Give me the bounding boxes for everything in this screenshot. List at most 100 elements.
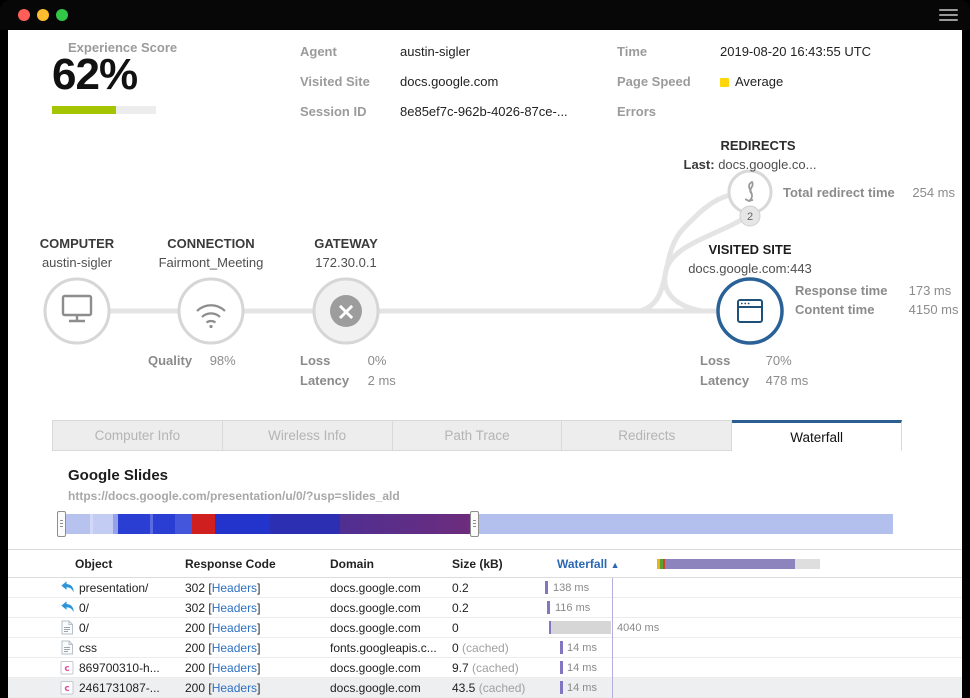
waterfall-time-label: 14 ms (567, 662, 597, 674)
tab-wireless-info[interactable]: Wireless Info (223, 420, 393, 451)
waterfall-start-tick (560, 681, 563, 694)
column-header-waterfall[interactable]: Waterfall ▲ (557, 557, 620, 571)
headers-link[interactable]: Headers (212, 581, 257, 595)
waterfall-start-tick (560, 661, 563, 674)
table-row[interactable]: 0/200 [Headers]docs.google.com04040 ms (8, 618, 962, 638)
size-cell: 0.2 (452, 601, 469, 615)
timeline-segment (478, 514, 893, 534)
stat-value: 4150 ms (909, 302, 959, 317)
tab-computer-info[interactable]: Computer Info (52, 420, 223, 451)
waterfall-timeline[interactable] (57, 511, 893, 537)
response-code-cell: 302 [Headers] (185, 581, 260, 595)
cached-note: (cached) (469, 661, 519, 675)
response-code-cell: 200 [Headers] (185, 681, 260, 695)
zoom-window-button[interactable] (56, 9, 68, 21)
table-row[interactable]: c869700310-h...200 [Headers]docs.google.… (8, 658, 962, 678)
response-code-cell: 200 [Headers] (185, 661, 260, 675)
visited-site-node[interactable] (718, 279, 782, 343)
connection-name: Fairmont_Meeting (131, 255, 291, 270)
column-header-object[interactable]: Object (75, 557, 112, 571)
column-header-size[interactable]: Size (kB) (452, 557, 503, 571)
timeline-segment (270, 514, 340, 534)
object-cell: 2461731087-... (79, 681, 160, 695)
waterfall-window-guide-line (612, 578, 613, 698)
connection-node[interactable] (179, 279, 243, 343)
waterfall-time-label: 14 ms (567, 682, 597, 694)
computer-name: austin-sigler (17, 255, 137, 270)
redirects-node[interactable]: 2 (729, 171, 771, 226)
timeline-segment (118, 514, 150, 534)
stat-label: Total redirect time (783, 185, 895, 200)
stat-label: Loss (300, 353, 364, 368)
table-row[interactable]: css200 [Headers]fonts.googleapis.c...0 (… (8, 638, 962, 658)
waterfall-summary-bar (657, 559, 820, 569)
timeline-segment (153, 514, 175, 534)
waterfall-table-body: presentation/302 [Headers] docs.google.co… (8, 578, 962, 698)
connection-quality-stat: Quality 98% (148, 353, 236, 368)
waterfall-time-label: 138 ms (553, 582, 589, 594)
tab-path-trace[interactable]: Path Trace (393, 420, 563, 451)
stat-value: 173 ms (909, 283, 952, 298)
table-header: Object Response Code Domain Size (kB) Wa… (8, 549, 962, 578)
redirects-title: REDIRECTS (688, 138, 828, 153)
timeline-segment (192, 514, 215, 534)
tab-redirects[interactable]: Redirects (562, 420, 732, 451)
redirects-last-value: docs.google.co... (718, 157, 816, 172)
stat-value: 0% (368, 353, 387, 368)
stat-label: Content time (795, 302, 905, 317)
redirect-count: 2 (747, 211, 753, 223)
page-url: https://docs.google.com/presentation/u/0… (68, 489, 400, 503)
response-code-cell: 200 [Headers] (185, 641, 260, 655)
minimize-window-button[interactable] (37, 9, 49, 21)
column-header-domain[interactable]: Domain (330, 557, 374, 571)
object-cell: 869700310-h... (79, 661, 160, 675)
redirect-icon (60, 600, 75, 617)
svg-text:c: c (64, 664, 69, 674)
page-title: Google Slides (68, 467, 168, 484)
stat-label: Quality (148, 353, 192, 368)
close-window-button[interactable] (18, 9, 30, 21)
domain-cell: docs.google.com (330, 601, 421, 615)
domain-cell: docs.google.com (330, 581, 421, 595)
connection-title: CONNECTION (151, 236, 271, 251)
waterfall-time-label: 14 ms (567, 642, 597, 654)
gateway-latency-stat: Latency 2 ms (300, 373, 396, 388)
sort-ascending-icon: ▲ (611, 560, 620, 570)
connector-lines (77, 195, 750, 311)
timeline-right-handle[interactable] (470, 511, 479, 537)
domain-cell: fonts.googleapis.c... (330, 641, 437, 655)
timeline-left-handle[interactable] (57, 511, 66, 537)
redirect-icon (60, 580, 75, 597)
gateway-loss-stat: Loss 0% (300, 353, 386, 368)
gateway-node[interactable]: × (314, 279, 378, 343)
document-icon (60, 620, 74, 638)
timeline-segment (175, 514, 192, 534)
headers-link[interactable]: Headers (212, 641, 257, 655)
gateway-ip: 172.30.0.1 (286, 255, 406, 270)
column-header-response-code[interactable]: Response Code (185, 557, 276, 571)
headers-link[interactable]: Headers (212, 661, 257, 675)
computer-node[interactable] (45, 279, 109, 343)
size-cell: 43.5 (cached) (452, 681, 525, 695)
timeline-segment (93, 514, 113, 534)
redirects-last: Last: docs.google.co... (650, 157, 850, 172)
stat-value: 254 ms (912, 185, 955, 200)
cached-note: (cached) (475, 681, 525, 695)
visited-site-title: VISITED SITE (680, 242, 820, 257)
headers-link[interactable]: Headers (212, 681, 257, 695)
css-file-icon: c (60, 680, 74, 698)
response-code-cell: 302 [Headers] (185, 601, 260, 615)
object-cell: css (79, 641, 97, 655)
table-row[interactable]: 0/302 [Headers]docs.google.com0.2116 ms (8, 598, 962, 618)
waterfall-time-label: 116 ms (555, 602, 590, 614)
tab-waterfall[interactable]: Waterfall (732, 420, 902, 451)
headers-link[interactable]: Headers (212, 601, 257, 615)
headers-link[interactable]: Headers (212, 621, 257, 635)
gateway-title: GATEWAY (286, 236, 406, 251)
table-row[interactable]: c2461731087-...200 [Headers]docs.google.… (8, 678, 962, 698)
content-time-stat: Content time 4150 ms (795, 302, 959, 317)
hamburger-menu-icon[interactable] (939, 9, 958, 22)
table-row[interactable]: presentation/302 [Headers] docs.google.co… (8, 578, 962, 598)
stat-label: Response time (795, 283, 905, 298)
object-cell: presentation/ (79, 581, 148, 595)
